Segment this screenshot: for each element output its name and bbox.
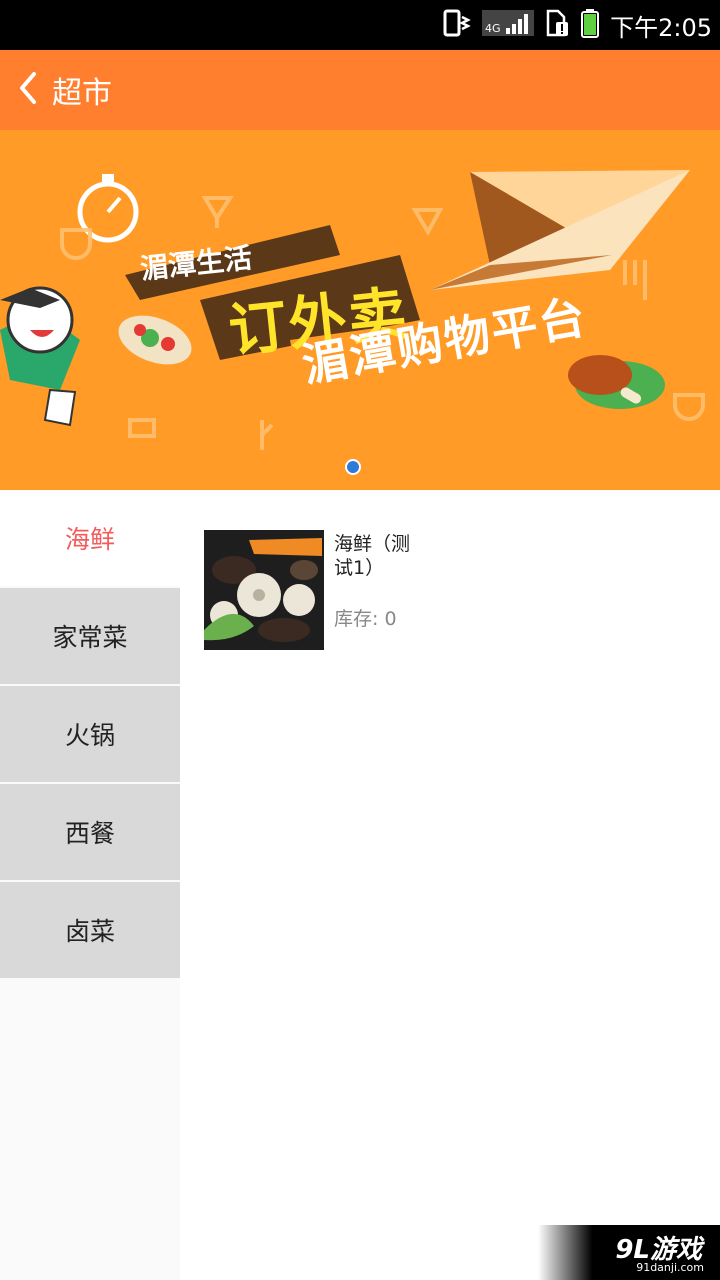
paper-plane-illustration <box>430 170 690 290</box>
category-label: 西餐 <box>64 819 115 848</box>
wrap-food-illustration <box>118 315 192 365</box>
back-button[interactable] <box>4 50 52 130</box>
status-bar: 4G 下午2:05 <box>0 0 720 50</box>
chevron-left-icon <box>16 70 40 110</box>
app-bar: 超市 <box>0 50 720 130</box>
product-image[interactable] <box>204 530 324 650</box>
watermark-logo: 9L游戏 91danji.com <box>538 1225 720 1280</box>
category-sidebar: 海鲜 家常菜 火锅 西餐 卤菜 <box>0 490 180 1280</box>
status-icons: 4G 下午2:05 <box>442 0 712 50</box>
sim-alert-icon <box>544 8 570 42</box>
banner-pager-dot[interactable] <box>345 459 361 475</box>
category-item-home-cooking[interactable]: 家常菜 <box>0 588 180 684</box>
category-item-seafood[interactable]: 海鲜 <box>0 490 180 586</box>
battery-icon <box>580 8 600 42</box>
cartoon-kid-illustration <box>0 286 80 427</box>
svg-text:4G: 4G <box>485 22 501 35</box>
product-list: 海鲜（测试1） 库存: 0 <box>180 490 720 1280</box>
promo-banner[interactable]: 湄潭生活 订外卖 湄潭购物平台 <box>0 130 720 490</box>
category-label: 火锅 <box>64 721 115 750</box>
category-label: 海鲜 <box>64 525 115 554</box>
product-name: 海鲜（测试1） <box>334 533 411 579</box>
category-label: 卤菜 <box>64 917 115 946</box>
vibrate-icon <box>442 8 472 42</box>
category-item-hotpot[interactable]: 火锅 <box>0 686 180 782</box>
category-label: 家常菜 <box>52 623 128 652</box>
clock: 下午2:05 <box>610 13 712 42</box>
page-title: 超市 <box>52 76 112 111</box>
watermark-sub: 91danji.com <box>636 1261 704 1274</box>
product-stock: 库存: 0 <box>334 608 397 630</box>
signal-4g-icon: 4G <box>482 8 535 42</box>
product-item[interactable]: 海鲜（测试1） 库存: 0 <box>204 530 684 650</box>
category-item-braised[interactable]: 卤菜 <box>0 882 180 978</box>
drumstick-illustration <box>568 355 665 409</box>
category-item-western[interactable]: 西餐 <box>0 784 180 880</box>
